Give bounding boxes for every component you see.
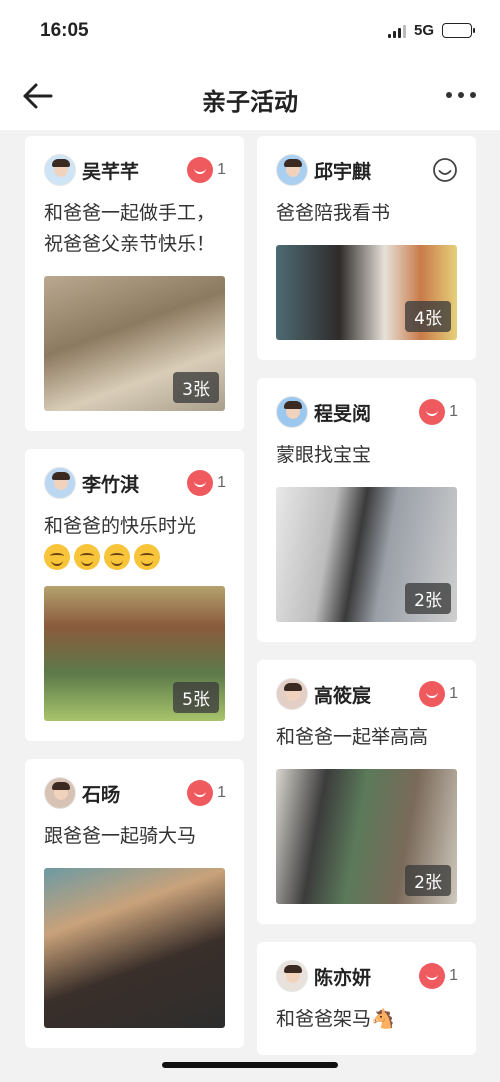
smile-emoji-icon	[74, 544, 100, 570]
battery-icon	[442, 23, 475, 38]
like-button[interactable]: 1	[419, 399, 458, 425]
like-button[interactable]: 1	[187, 780, 226, 806]
emoji-row	[44, 544, 226, 570]
post-author: 高筱宸	[314, 684, 372, 707]
avatar[interactable]	[44, 467, 76, 499]
post-text: 和爸爸的快乐时光	[44, 515, 197, 537]
post-text: 跟爸爸一起骑大马	[44, 825, 197, 847]
page-title: 亲子活动	[202, 88, 298, 116]
post-photo[interactable]: 2张	[276, 487, 457, 622]
post-author: 陈亦妍	[314, 966, 372, 989]
post-photo[interactable]: 2张	[276, 769, 457, 904]
post-text: 和爸爸一起做手工，祝爸爸父亲节快乐！	[44, 202, 216, 255]
post-card[interactable]: 程旻阅 1 蒙眼找宝宝 2张	[257, 378, 476, 642]
post-card[interactable]: 高筱宸 1 和爸爸一起举高高 2张	[257, 660, 476, 924]
feed-column-left: 吴芊芊 1 和爸爸一起做手工，祝爸爸父亲节快乐！ 3张 李竹淇 1 和爸爸的快乐…	[25, 136, 244, 1066]
photo-count-badge: 2张	[405, 865, 451, 896]
like-count: 1	[217, 784, 226, 801]
feed-column-right: 邱宇麒 爸爸陪我看书 4张 程旻阅 1 蒙眼找宝宝 2张 高筱宸 1 和爸爸一起…	[257, 136, 476, 1073]
heart-filled-icon	[187, 780, 214, 806]
photo-count-badge: 2张	[405, 583, 451, 614]
post-text: 和爸爸架马🐴	[276, 1008, 395, 1030]
heart-filled-icon	[419, 963, 446, 989]
avatar[interactable]	[44, 777, 76, 809]
avatar[interactable]	[276, 396, 308, 428]
more-dots-icon[interactable]	[446, 92, 476, 98]
post-feed[interactable]: 吴芊芊 1 和爸爸一起做手工，祝爸爸父亲节快乐！ 3张 李竹淇 1 和爸爸的快乐…	[0, 130, 500, 1082]
post-photo[interactable]	[44, 868, 225, 1028]
post-text: 爸爸陪我看书	[276, 202, 391, 224]
post-author: 邱宇麒	[314, 160, 372, 183]
heart-filled-icon	[419, 681, 446, 707]
heart-filled-icon	[187, 157, 214, 183]
like-count: 1	[217, 474, 226, 491]
like-count: 1	[449, 967, 458, 984]
hug-emoji-icon	[134, 544, 160, 570]
signal-icon	[387, 24, 406, 38]
post-text: 和爸爸一起举高高	[276, 726, 429, 748]
avatar[interactable]	[276, 960, 308, 992]
post-text: 蒙眼找宝宝	[276, 444, 372, 466]
post-author: 程旻阅	[314, 402, 372, 425]
network-type: 5G	[413, 22, 434, 39]
heart-filled-icon	[187, 470, 214, 496]
photo-count-badge: 5张	[173, 682, 219, 713]
like-count: 1	[449, 685, 458, 702]
post-photo[interactable]: 4张	[276, 245, 457, 340]
avatar[interactable]	[44, 154, 76, 186]
like-count: 1	[449, 403, 458, 420]
photo-count-badge: 3张	[173, 372, 219, 403]
avatar[interactable]	[276, 678, 308, 710]
avatar[interactable]	[276, 154, 308, 186]
like-button[interactable]	[432, 157, 458, 183]
like-button[interactable]: 1	[419, 963, 458, 989]
post-card[interactable]: 邱宇麒 爸爸陪我看书 4张	[257, 136, 476, 360]
heart-outline-icon	[433, 158, 457, 182]
like-button[interactable]: 1	[419, 681, 458, 707]
like-button[interactable]: 1	[187, 470, 226, 496]
post-photo[interactable]: 5张	[44, 586, 225, 721]
like-button[interactable]: 1	[187, 157, 226, 183]
post-author: 石旸	[82, 783, 121, 806]
status-bar: 16:05 5G	[0, 0, 500, 62]
status-indicators: 5G	[387, 22, 475, 39]
post-author: 吴芊芊	[82, 160, 140, 183]
home-indicator[interactable]	[162, 1062, 338, 1068]
post-card[interactable]: 陈亦妍 1 和爸爸架马🐴	[257, 942, 476, 1055]
post-card[interactable]: 吴芊芊 1 和爸爸一起做手工，祝爸爸父亲节快乐！ 3张	[25, 136, 244, 431]
nav-bar: 亲子活动	[0, 62, 500, 130]
hug-emoji-icon	[104, 544, 130, 570]
post-photo[interactable]: 3张	[44, 276, 225, 411]
status-time: 16:05	[40, 20, 89, 41]
smile-emoji-icon	[44, 544, 70, 570]
post-author: 李竹淇	[82, 473, 140, 496]
post-card[interactable]: 李竹淇 1 和爸爸的快乐时光 5张	[25, 449, 244, 741]
heart-filled-icon	[419, 399, 446, 425]
photo-count-badge: 4张	[405, 301, 451, 332]
like-count: 1	[217, 161, 226, 178]
post-card[interactable]: 石旸 1 跟爸爸一起骑大马	[25, 759, 244, 1048]
